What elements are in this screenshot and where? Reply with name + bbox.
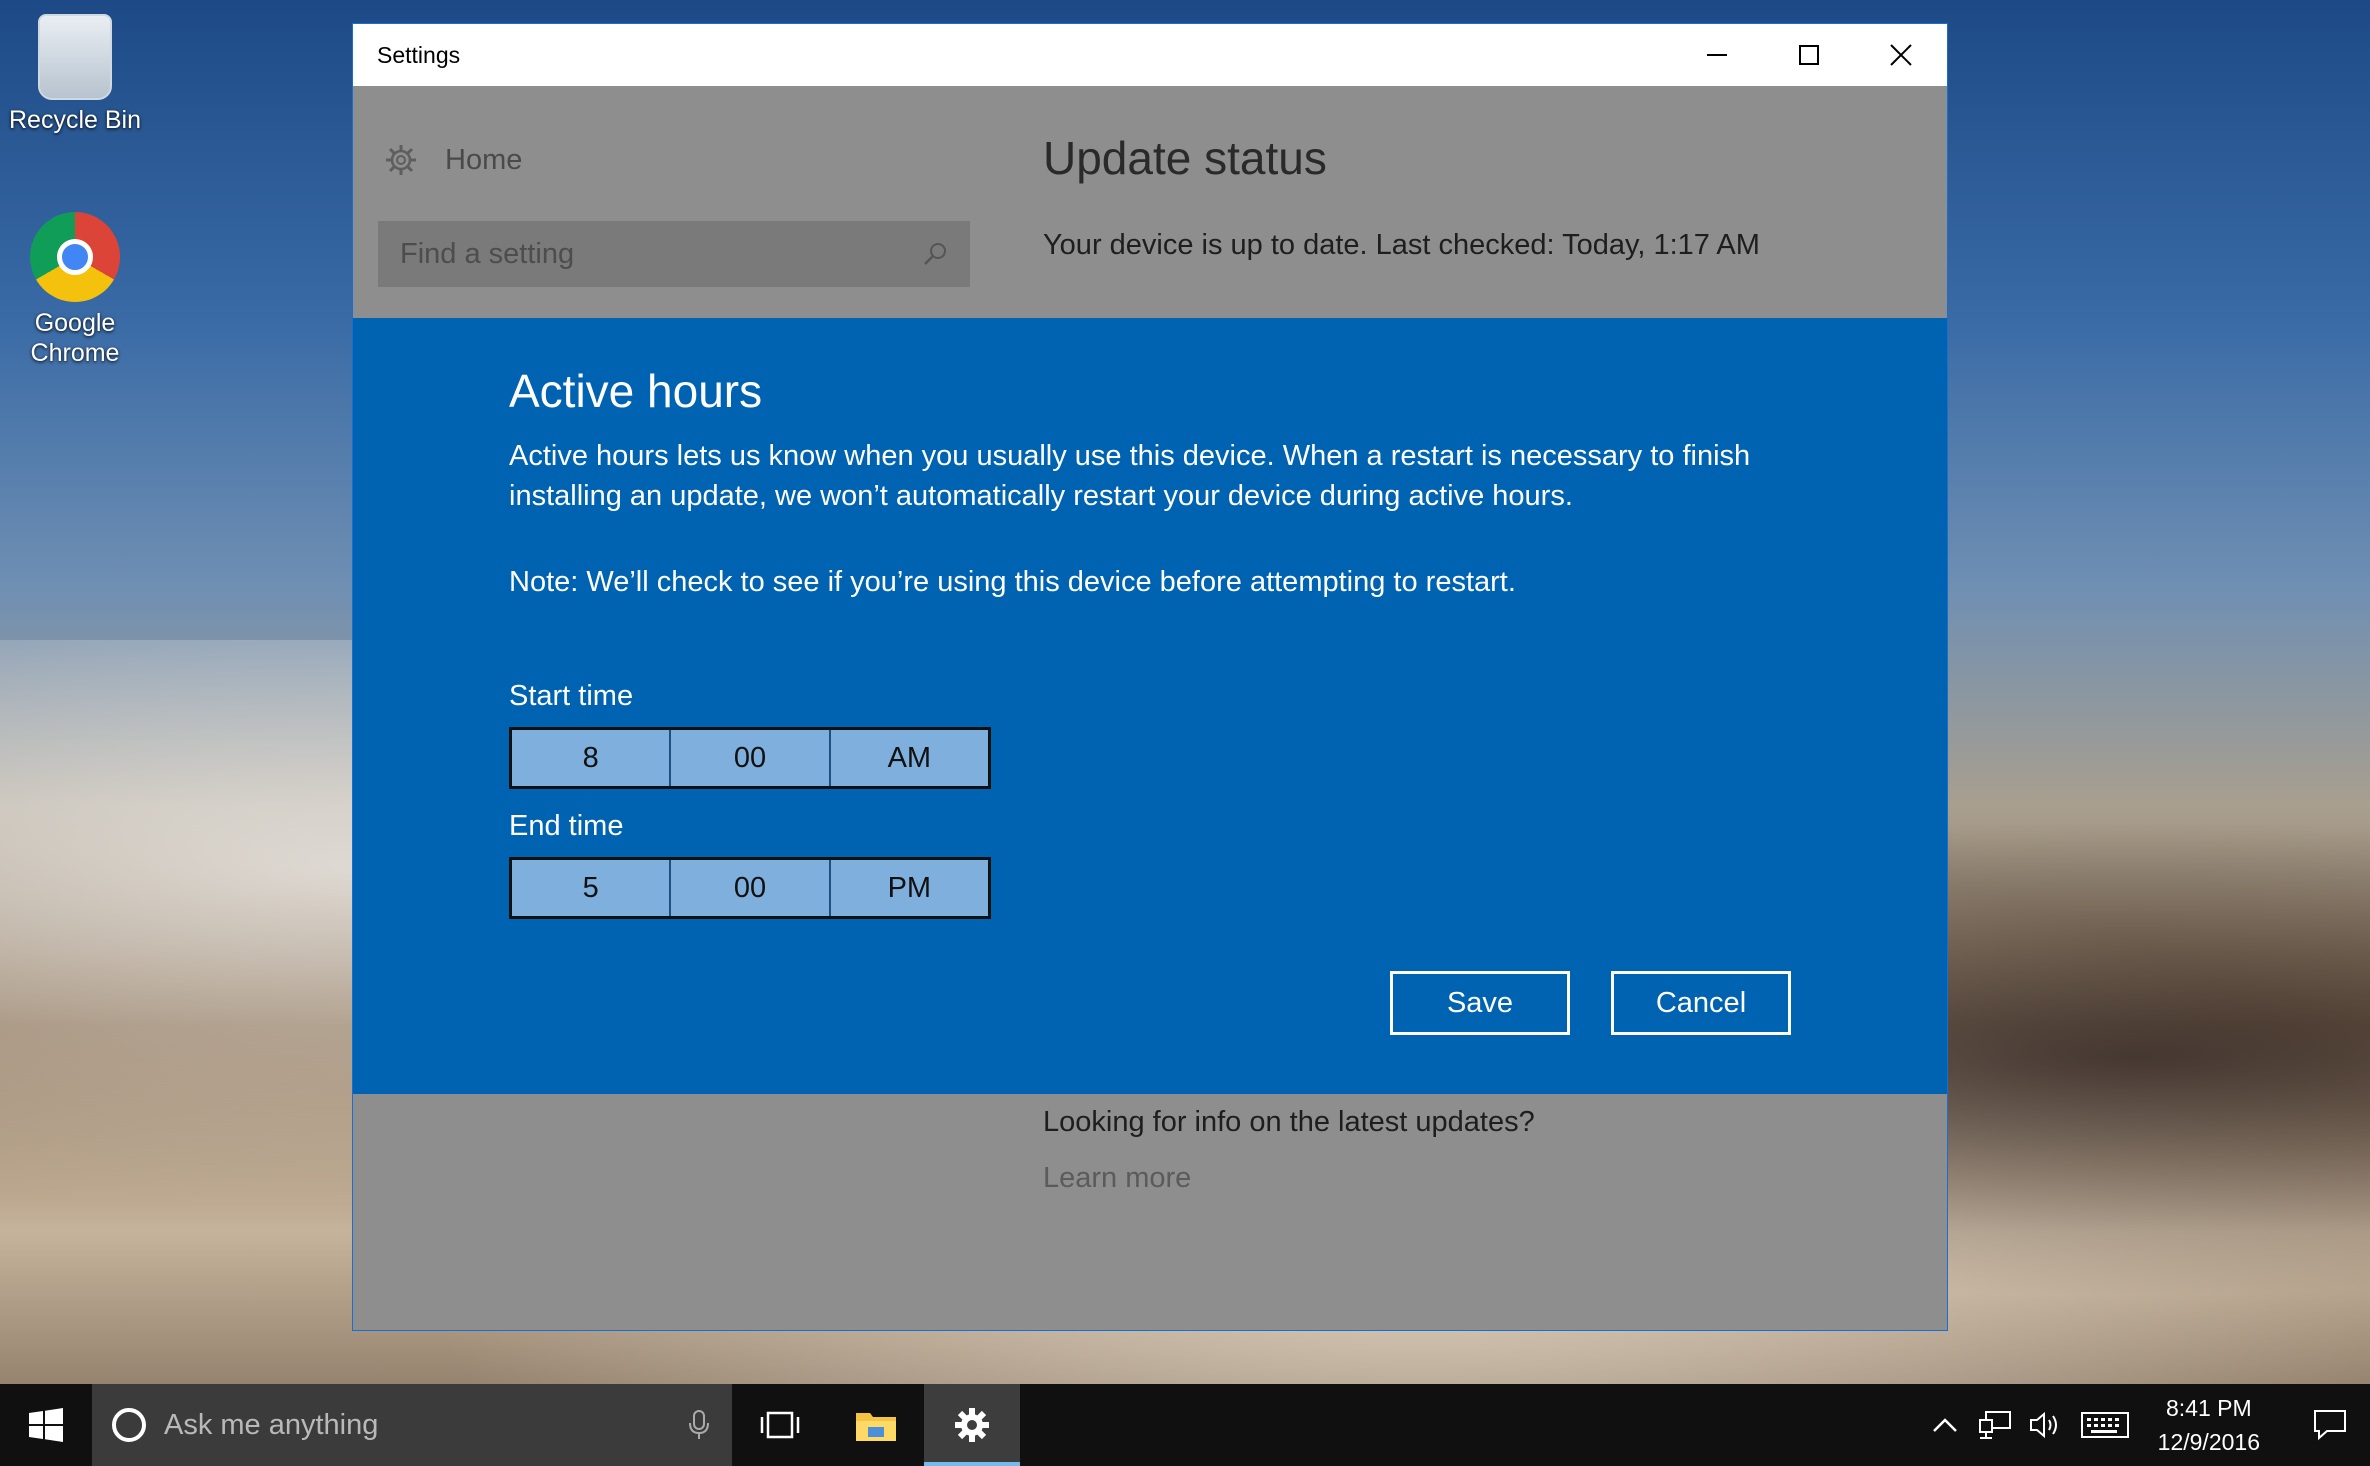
title-bar: Settings: [353, 24, 1947, 86]
clock[interactable]: 8:41 PM 12/9/2016: [2158, 1391, 2260, 1459]
desktop-icon-recycle-bin[interactable]: Recycle Bin: [5, 14, 145, 135]
chrome-icon: [30, 212, 120, 302]
end-hour[interactable]: 5: [512, 860, 672, 916]
search-placeholder: Find a setting: [400, 237, 575, 270]
network-icon: [1978, 1411, 2011, 1439]
chevron-up-icon: [1932, 1418, 1957, 1432]
cortana-search-box[interactable]: Ask me anything: [92, 1384, 732, 1466]
settings-window: Settings Home Find a setting Update stat…: [352, 23, 1948, 1331]
notification-icon: [2314, 1410, 2346, 1441]
search-icon: [924, 243, 946, 265]
update-status-text: Your device is up to date. Last checked:…: [1043, 229, 1760, 261]
save-button[interactable]: Save: [1390, 971, 1570, 1035]
minimize-button[interactable]: [1671, 24, 1763, 86]
updates-info-text: Looking for info on the latest updates?: [1043, 1106, 1535, 1138]
gear-icon: [386, 145, 416, 175]
action-center-button[interactable]: [2290, 1409, 2370, 1441]
keyboard-icon: [2080, 1412, 2129, 1438]
minimize-icon: [1707, 54, 1727, 56]
taskbar: Ask me anything 8:41 PM 12/9/2016: [0, 1384, 2370, 1466]
maximize-icon: [1799, 45, 1819, 65]
clock-time: 8:41 PM: [2166, 1395, 2252, 1421]
end-period[interactable]: PM: [831, 860, 988, 916]
cancel-button[interactable]: Cancel: [1611, 971, 1791, 1035]
home-label: Home: [445, 143, 523, 176]
maximize-button[interactable]: [1763, 24, 1855, 86]
update-status-title: Update status: [1043, 132, 1327, 184]
recycle-bin-icon: [38, 14, 112, 100]
find-setting-input[interactable]: Find a setting: [378, 221, 970, 287]
microphone-icon[interactable]: [688, 1409, 710, 1441]
file-explorer-icon: [856, 1413, 896, 1441]
start-hour[interactable]: 8: [512, 730, 672, 786]
learn-more-link[interactable]: Learn more: [1043, 1162, 1191, 1195]
volume-icon: [2029, 1411, 2057, 1439]
dialog-description: Active hours lets us know when you usual…: [509, 440, 1751, 512]
cortana-placeholder: Ask me anything: [164, 1408, 379, 1441]
settings-header-area: Home Find a setting Update status Your d…: [353, 86, 1947, 318]
cortana-icon: [112, 1408, 146, 1442]
clock-date: 12/9/2016: [2157, 1429, 2260, 1455]
start-time-label: Start time: [509, 680, 634, 712]
nav-home[interactable]: Home: [383, 142, 522, 178]
settings-footer-area: Looking for info on the latest updates? …: [353, 1094, 1947, 1330]
desktop-icon-label: Google Chrome: [30, 309, 120, 367]
end-time-label: End time: [509, 810, 624, 842]
network-button[interactable]: [1970, 1410, 2020, 1440]
desktop-icon-google-chrome[interactable]: Google Chrome: [5, 212, 145, 368]
start-button[interactable]: [0, 1384, 92, 1466]
task-view-button[interactable]: [732, 1384, 828, 1466]
dialog-note: Note: We’ll check to see if you’re using…: [509, 566, 1516, 598]
dialog-title: Active hours: [509, 365, 763, 417]
system-tray: 8:41 PM 12/9/2016: [1920, 1384, 2370, 1466]
start-time-picker[interactable]: 8 00 AM: [509, 727, 991, 789]
window-title: Settings: [377, 41, 461, 68]
close-button[interactable]: [1855, 24, 1947, 86]
windows-logo-icon: [29, 1408, 63, 1442]
gear-icon: [955, 1408, 989, 1442]
desktop-icon-label: Recycle Bin: [9, 106, 141, 134]
file-explorer-button[interactable]: [828, 1384, 924, 1466]
show-hidden-icons-button[interactable]: [1920, 1417, 1970, 1433]
volume-button[interactable]: [2020, 1410, 2070, 1440]
start-minute[interactable]: 00: [671, 730, 831, 786]
touch-keyboard-button[interactable]: [2070, 1412, 2140, 1438]
start-period[interactable]: AM: [831, 730, 988, 786]
settings-taskbar-button[interactable]: [924, 1384, 1020, 1466]
end-time-picker[interactable]: 5 00 PM: [509, 857, 991, 919]
close-icon: [1890, 44, 1912, 66]
task-view-icon: [760, 1411, 800, 1439]
active-hours-dialog: Active hours Active hours lets us know w…: [353, 318, 1947, 1094]
end-minute[interactable]: 00: [671, 860, 831, 916]
